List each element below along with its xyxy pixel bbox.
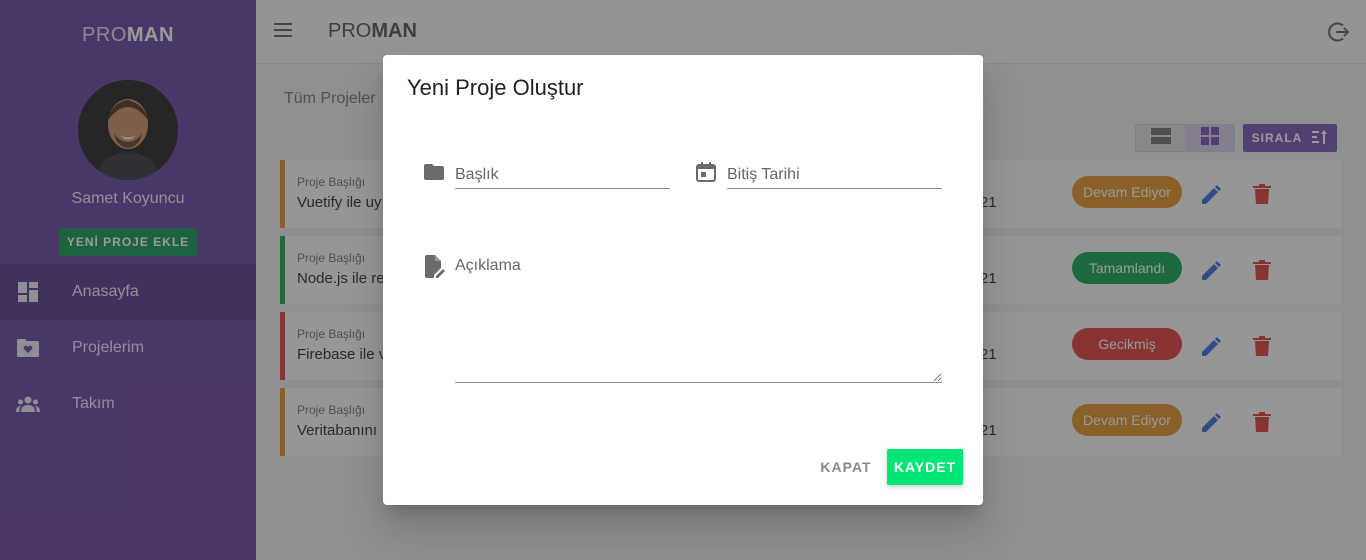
- title-input[interactable]: [455, 161, 670, 189]
- title-field: [423, 161, 671, 191]
- edit-document-icon: [423, 255, 447, 279]
- calendar-icon: [695, 161, 719, 185]
- save-button[interactable]: KAYDET: [887, 449, 963, 485]
- folder-icon: [423, 161, 447, 185]
- description-input[interactable]: [455, 255, 942, 383]
- description-field: [423, 255, 943, 395]
- close-button[interactable]: KAPAT: [813, 452, 879, 482]
- dialog-title: Yeni Proje Oluştur: [407, 75, 584, 100]
- due-date-field: [695, 161, 943, 191]
- due-date-input[interactable]: [727, 161, 942, 189]
- new-project-dialog: Yeni Proje Oluştur KAPAT KAYDET: [383, 55, 983, 505]
